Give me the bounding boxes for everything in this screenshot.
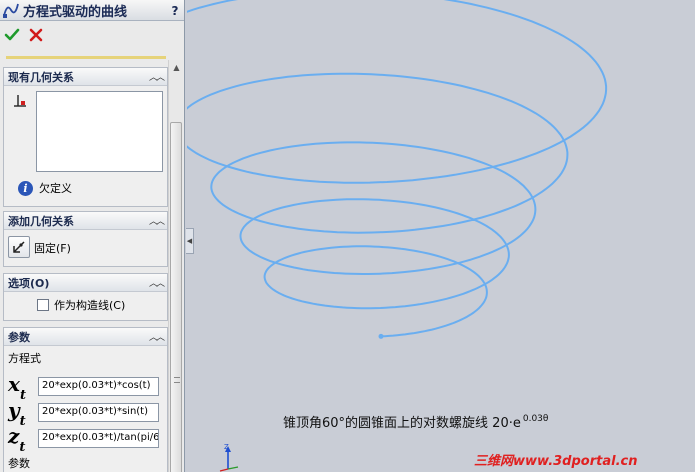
- graphics-area[interactable]: [132, 0, 695, 472]
- title-bar: 方程式驱动的曲线 ?: [0, 0, 184, 21]
- chevron-up-icon[interactable]: ︿︿: [149, 330, 165, 343]
- group-title: 现有几何关系: [8, 70, 74, 84]
- chevron-up-icon[interactable]: ︿︿: [149, 276, 165, 289]
- construction-checkbox-row[interactable]: 作为构造线(C): [37, 297, 125, 313]
- group-header[interactable]: 选项(O) ︿︿: [4, 274, 167, 292]
- group-header[interactable]: 添加几何关系 ︿︿: [4, 212, 167, 230]
- caption-text: 锥顶角60°的圆锥面上的对数螺旋线 20·e: [283, 416, 521, 431]
- parameter-label: 参数: [8, 457, 30, 470]
- group-title: 选项(O): [8, 276, 50, 290]
- xt-input[interactable]: 20*exp(0.03*t)*cos(t): [38, 376, 159, 396]
- group-title: 添加几何关系: [8, 214, 74, 228]
- yt-input[interactable]: 20*exp(0.03*t)*sin(t): [38, 402, 159, 422]
- chevron-up-icon[interactable]: ︿︿: [149, 70, 165, 83]
- group-header[interactable]: 现有几何关系 ︿︿: [4, 68, 167, 86]
- scroll-up-icon[interactable]: ▲: [169, 60, 184, 75]
- relation-icon: [12, 92, 28, 108]
- zt-row: zt 20*exp(0.03*t)/tan(pi/6: [8, 424, 159, 455]
- curve-caption: 锥顶角60°的圆锥面上的对数螺旋线 20·e 0.03θ: [283, 412, 548, 431]
- equation-label: 方程式: [8, 352, 41, 365]
- relations-list[interactable]: [36, 91, 163, 172]
- existing-relations-group: 现有几何关系 ︿︿ i 欠定义: [3, 67, 168, 207]
- scroll-thumb[interactable]: [170, 122, 182, 472]
- add-relations-group: 添加几何关系 ︿︿ 固定(F): [3, 211, 168, 267]
- definition-status: 欠定义: [39, 182, 72, 195]
- group-title: 参数: [8, 330, 30, 344]
- construction-checkbox[interactable]: [37, 299, 49, 311]
- grip-icon: [174, 377, 180, 383]
- help-button[interactable]: ?: [166, 2, 184, 19]
- sketch-curve-icon: [2, 1, 20, 19]
- status-row: i 欠定义: [18, 180, 72, 196]
- yt-row: yt 20*exp(0.03*t)*sin(t): [8, 398, 159, 429]
- property-manager: 方程式驱动的曲线 ? 现有几何关系 ︿︿ i 欠定义 添加几何关系 ︿︿ 固定(…: [0, 0, 185, 472]
- watermark-text: 三维网www.3dportal.cn: [474, 454, 638, 469]
- chevron-up-icon[interactable]: ︿︿: [149, 214, 165, 227]
- curve-endpoint[interactable]: [378, 333, 384, 339]
- zt-symbol: zt: [8, 424, 26, 455]
- xt-row: xt 20*exp(0.03*t)*cos(t): [8, 372, 159, 403]
- fix-relation-icon: [13, 241, 25, 253]
- info-icon: i: [18, 180, 33, 196]
- triad-z-label: Z: [224, 443, 229, 451]
- red-x-icon[interactable]: [28, 27, 44, 43]
- fix-label[interactable]: 固定(F): [34, 240, 71, 256]
- panel-scrollbar[interactable]: ▲: [168, 60, 183, 472]
- options-group: 选项(O) ︿︿ 作为构造线(C): [3, 273, 168, 321]
- yt-symbol: yt: [8, 398, 26, 429]
- construction-label[interactable]: 作为构造线(C): [54, 297, 125, 313]
- spiral-curve: [132, 0, 608, 339]
- caption-exponent: 0.03θ: [522, 414, 549, 424]
- fix-relation-button[interactable]: [8, 236, 30, 258]
- ok-cancel-row: [0, 21, 184, 49]
- group-header[interactable]: 参数 ︿︿: [4, 328, 167, 346]
- zt-input[interactable]: 20*exp(0.03*t)/tan(pi/6: [38, 428, 159, 448]
- divider: [6, 56, 166, 59]
- green-check-icon[interactable]: [4, 27, 20, 43]
- axis-triad-icon: Z: [219, 443, 239, 472]
- parameters-group: 参数 ︿︿ 方程式 xt 20*exp(0.03*t)*cos(t) yt 20…: [3, 327, 168, 472]
- panel-title: 方程式驱动的曲线: [23, 4, 128, 20]
- spiral-path: [132, 0, 608, 338]
- xt-symbol: xt: [8, 372, 26, 403]
